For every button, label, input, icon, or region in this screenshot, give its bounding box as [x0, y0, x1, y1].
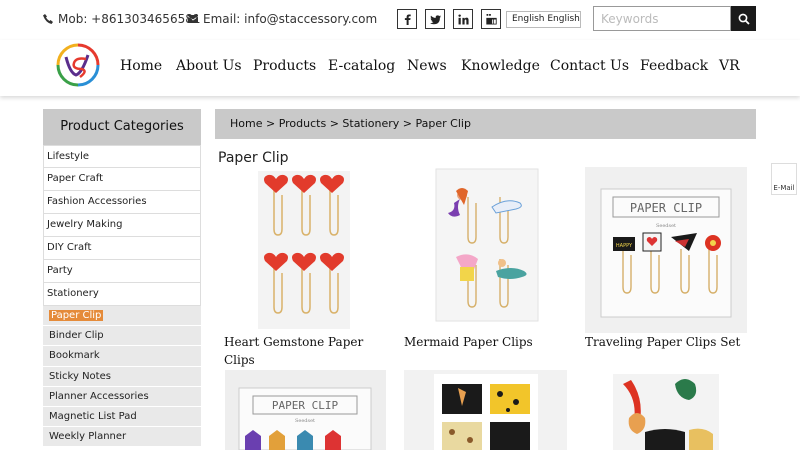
nav-knowledge[interactable]: Knowledge [461, 58, 540, 74]
sidebar-subitem-weekly-planner[interactable]: Weekly Planner [43, 427, 201, 448]
nav-about-us[interactable]: About Us [176, 58, 242, 74]
twitter-icon [429, 14, 441, 24]
nav-e-catalog[interactable]: E-catalog [328, 58, 395, 74]
nav-vr[interactable]: VR [719, 58, 740, 74]
facebook-link[interactable] [397, 9, 417, 29]
product-image-6[interactable] [585, 370, 747, 450]
product-image-mermaid[interactable] [412, 167, 560, 333]
email-contact[interactable]: Email: info@staccessory.com [188, 12, 377, 26]
linkedin-link[interactable] [453, 9, 473, 29]
paper-clip-set-image: PAPER CLIP Seedset [238, 387, 372, 450]
nav-feedback[interactable]: Feedback [640, 58, 708, 74]
sidebar-subitem-paper-clip[interactable]: Paper Clip [43, 306, 201, 327]
mobile-contact: Mob: +8613034656581 [43, 12, 200, 26]
sidebar-item-party[interactable]: Party [43, 260, 201, 283]
traveling-clips-image: PAPER CLIP Seedset HAPPY [600, 188, 732, 318]
tassel-clips-image [613, 374, 719, 450]
phone-icon [43, 14, 53, 24]
product-image-traveling[interactable]: PAPER CLIP Seedset HAPPY [585, 167, 747, 333]
linkedin-icon [457, 13, 469, 24]
sidebar-item-fashion-accessories[interactable]: Fashion Accessories [43, 191, 201, 214]
product-image-heart-gemstone[interactable] [232, 167, 375, 333]
sidebar-item-diy-craft[interactable]: DIY Craft [43, 237, 201, 260]
product-image-5[interactable] [404, 370, 567, 450]
main-header: Home About Us Products E-catalog News Kn… [0, 40, 800, 96]
card-label: PAPER CLIP [272, 399, 339, 412]
product-name[interactable]: Mermaid Paper Clips [404, 333, 574, 351]
search-icon [738, 13, 750, 25]
search-input[interactable] [593, 6, 731, 31]
nav-contact-us[interactable]: Contact Us [550, 58, 629, 74]
envelope-icon [188, 15, 198, 23]
email-side-tab[interactable]: E-Mail [771, 163, 797, 195]
sidebar-subitem-magnetic-list-pad[interactable]: Magnetic List Pad [43, 406, 201, 428]
mermaid-clips-image [435, 168, 539, 322]
email-text: Email: info@staccessory.com [203, 12, 378, 26]
search-button[interactable] [731, 6, 756, 31]
sidebar-subitem-binder-clip[interactable]: Binder Clip [43, 326, 201, 347]
product-categories-sidebar: Product Categories Lifestyle Paper Craft… [43, 109, 201, 448]
sidebar-subitem-label: Paper Clip [49, 310, 104, 321]
mobile-text: Mob: +8613034656581 [58, 12, 201, 26]
breadcrumb[interactable]: Home > Products > Stationery > Paper Cli… [215, 109, 756, 139]
page-title: Paper Clip [218, 150, 289, 166]
facebook-icon [404, 13, 411, 25]
nav-home[interactable]: Home [120, 58, 162, 74]
heart-clips-image [258, 171, 350, 329]
card-label: PAPER CLIP [630, 201, 702, 215]
brand-mark: Seedset [295, 418, 315, 424]
brand-mark: Seedset [656, 223, 676, 229]
product-name[interactable]: Heart Gemstone Paper Clips [224, 333, 394, 369]
twitter-link[interactable] [425, 9, 445, 29]
animal-print-clips-image [434, 374, 538, 450]
youtube-icon [485, 13, 497, 25]
youtube-link[interactable] [481, 9, 501, 29]
sidebar-title: Product Categories [43, 109, 201, 145]
sidebar-subitem-sticky-notes[interactable]: Sticky Notes [43, 366, 201, 387]
sidebar-item-lifestyle[interactable]: Lifestyle [43, 145, 201, 168]
top-bar: Mob: +8613034656581 Email: info@staccess… [0, 0, 800, 40]
sidebar-item-stationery[interactable]: Stationery [43, 283, 201, 306]
company-logo[interactable] [56, 43, 100, 87]
mini-card-text: HAPPY [616, 243, 633, 249]
product-image-4[interactable]: PAPER CLIP Seedset [225, 370, 386, 450]
sidebar-subitem-planner-accessories[interactable]: Planner Accessories [43, 386, 201, 407]
language-selector[interactable]: English English [506, 11, 581, 28]
sidebar-item-paper-craft[interactable]: Paper Craft [43, 168, 201, 191]
sidebar-item-jewelry-making[interactable]: Jewelry Making [43, 214, 201, 237]
sidebar-subitem-bookmark[interactable]: Bookmark [43, 346, 201, 367]
nav-news[interactable]: News [407, 58, 447, 74]
product-name[interactable]: Traveling Paper Clips Set [585, 333, 765, 351]
nav-products[interactable]: Products [253, 58, 316, 74]
